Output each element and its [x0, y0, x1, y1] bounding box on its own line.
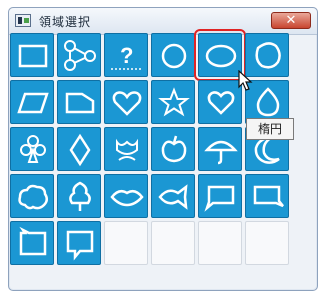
- trapezoid-icon[interactable]: [57, 80, 101, 124]
- empty-slot: [151, 221, 195, 265]
- cloud-icon[interactable]: [10, 174, 54, 218]
- network-icon[interactable]: [57, 33, 101, 77]
- lips-icon[interactable]: [104, 174, 148, 218]
- speech-bubble-down-icon[interactable]: [57, 221, 101, 265]
- speech-bubble-right-icon[interactable]: [245, 174, 289, 218]
- speech-bubble-icon[interactable]: [198, 174, 242, 218]
- mouse-cursor-icon: [238, 70, 253, 91]
- empty-slot: [198, 221, 242, 265]
- circle-icon[interactable]: [151, 33, 195, 77]
- parallelogram-icon[interactable]: [10, 80, 54, 124]
- rectangle-icon[interactable]: [10, 33, 54, 77]
- tooltip: 楕円: [246, 118, 294, 140]
- speech-bubble-left-icon[interactable]: [10, 221, 54, 265]
- question-icon[interactable]: ?: [104, 33, 148, 77]
- app-icon: [15, 14, 31, 27]
- title-bar[interactable]: 領域選択 ✕: [9, 8, 317, 35]
- ellipse-icon[interactable]: [194, 29, 246, 81]
- fish-icon[interactable]: [151, 174, 195, 218]
- empty-slot: [245, 221, 289, 265]
- apple-icon[interactable]: [151, 127, 195, 171]
- tree-icon[interactable]: [57, 174, 101, 218]
- heart-outline-icon[interactable]: [198, 80, 242, 124]
- heart-icon[interactable]: [104, 80, 148, 124]
- shape-palette: ?: [10, 29, 289, 265]
- empty-slot: [104, 221, 148, 265]
- svg-text:?: ?: [120, 43, 133, 68]
- close-button[interactable]: ✕: [271, 12, 311, 29]
- club-icon[interactable]: [10, 127, 54, 171]
- star-icon[interactable]: [151, 80, 195, 124]
- diamond-icon[interactable]: [57, 127, 101, 171]
- umbrella-icon[interactable]: [198, 127, 242, 171]
- flower-icon[interactable]: [104, 127, 148, 171]
- window-title: 領域選択: [39, 15, 92, 29]
